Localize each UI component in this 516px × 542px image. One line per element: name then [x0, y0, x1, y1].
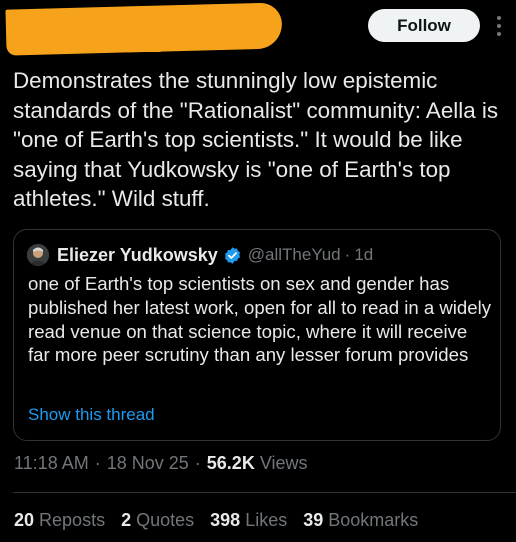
more-vertical-icon[interactable] — [490, 12, 508, 40]
avatar[interactable] — [27, 244, 49, 266]
quoted-tweet-text: one of Earth's top scientists on sex and… — [28, 273, 492, 366]
bookmarks-stat[interactable]: 39 Bookmarks — [303, 510, 418, 531]
quoted-timestamp[interactable]: 1d — [354, 245, 373, 265]
views-label: Views — [259, 453, 308, 473]
show-thread-link[interactable]: Show this thread — [28, 405, 155, 425]
quoted-author-name[interactable]: Eliezer Yudkowsky — [57, 245, 218, 266]
tweet-text: Demonstrates the stunningly low epistemi… — [13, 68, 505, 211]
likes-stat[interactable]: 398 Likes — [210, 510, 287, 531]
reposts-stat[interactable]: 20 Reposts — [14, 510, 105, 531]
tweet-header: Follow — [0, 0, 516, 62]
tweet-time[interactable]: 11:18 AM — [14, 453, 89, 474]
separator-dot: · — [194, 453, 201, 473]
tweet-meta: 11:18 AM · 18 Nov 25 · 56.2K Views — [14, 453, 308, 474]
engagement-stats: 20 Reposts 2 Quotes 398 Likes 39 Bookmar… — [14, 510, 434, 531]
quoted-author-handle[interactable]: @allTheYud — [248, 245, 341, 265]
reposts-count: 20 — [14, 510, 35, 530]
separator-dot: · — [344, 245, 351, 264]
bookmarks-label: Bookmarks — [328, 510, 419, 530]
tweet-date[interactable]: 18 Nov 25 — [107, 453, 189, 474]
bookmarks-count: 39 — [303, 510, 324, 530]
reposts-label: Reposts — [39, 510, 106, 530]
quotes-count: 2 — [121, 510, 132, 530]
redaction-mark-lower — [10, 30, 170, 52]
likes-label: Likes — [245, 510, 288, 530]
divider — [13, 492, 516, 493]
quoted-tweet-header: Eliezer Yudkowsky @allTheYud · 1d — [27, 243, 373, 267]
verified-badge-icon — [223, 246, 242, 265]
likes-count: 398 — [210, 510, 241, 530]
quoted-tweet[interactable]: Eliezer Yudkowsky @allTheYud · 1d one of… — [13, 229, 501, 441]
separator-dot: · — [94, 453, 101, 473]
follow-button[interactable]: Follow — [368, 9, 480, 42]
quotes-label: Quotes — [136, 510, 195, 530]
views-count: 56.2K — [206, 453, 255, 473]
quotes-stat[interactable]: 2 Quotes — [121, 510, 194, 531]
